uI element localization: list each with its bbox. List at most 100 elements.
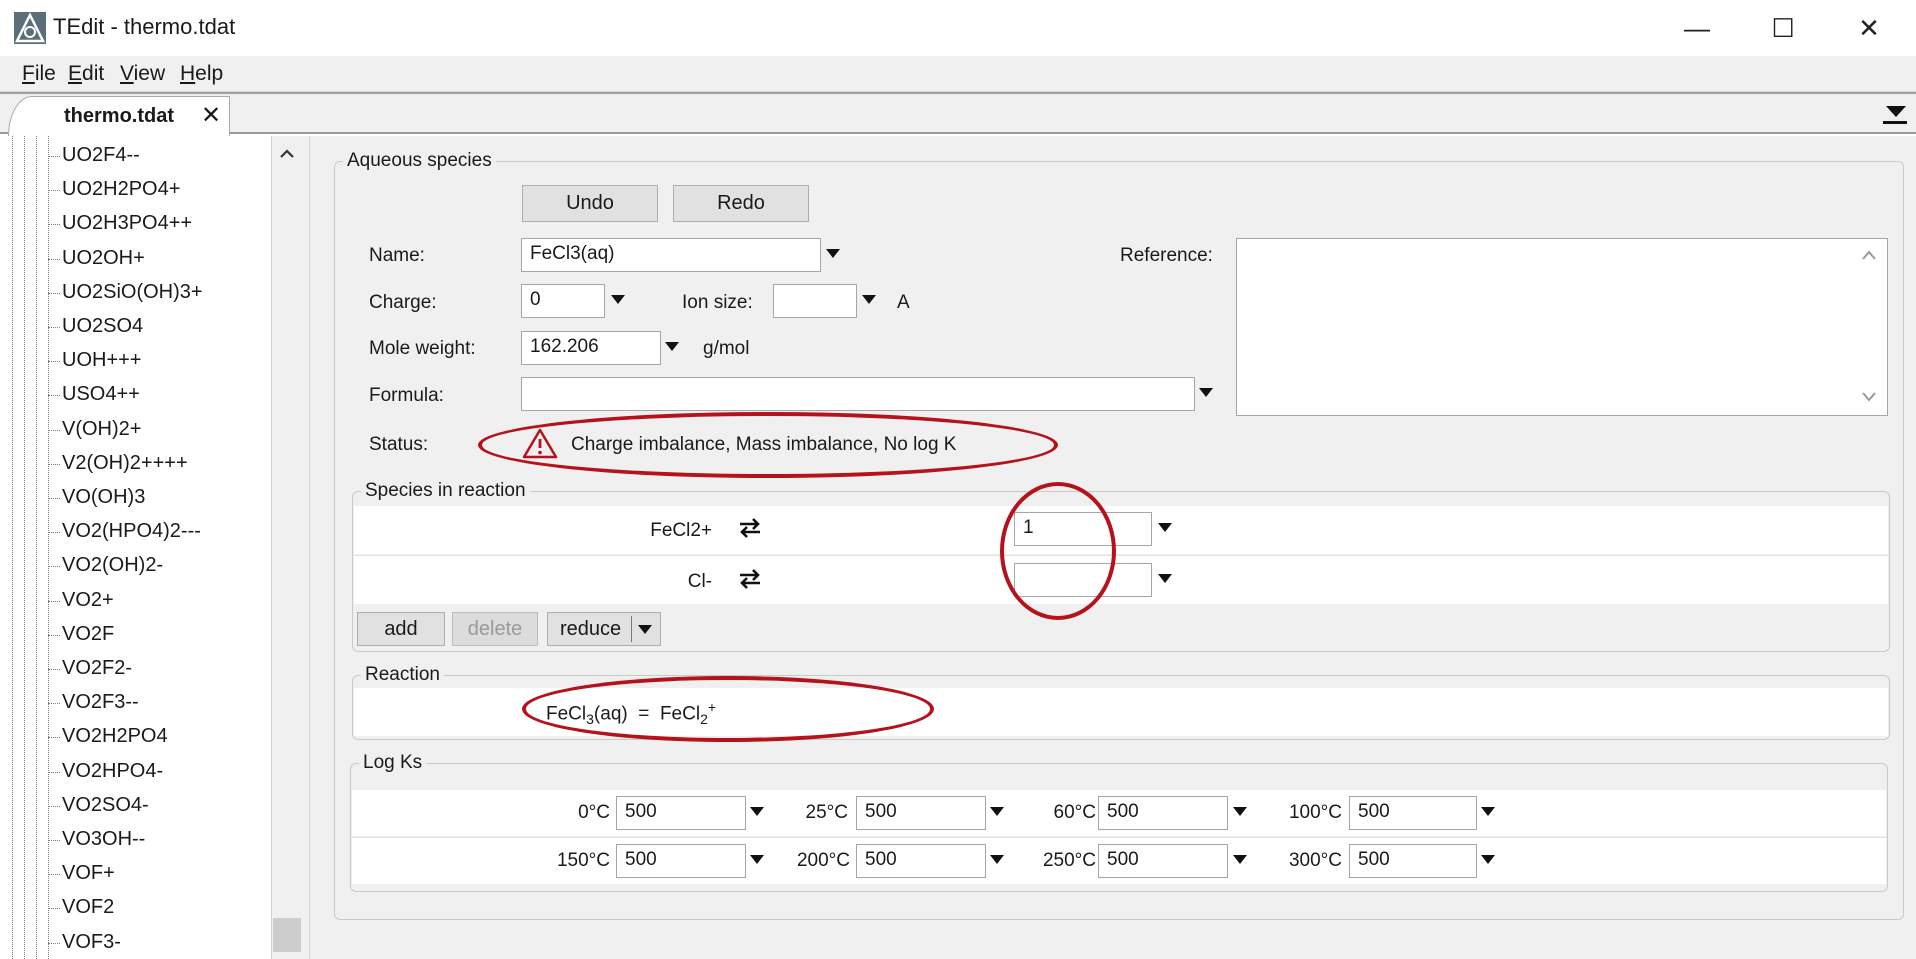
log-ks-legend: Log Ks: [363, 752, 423, 773]
log-k-dropdown-icon[interactable]: [1233, 855, 1247, 864]
log-k-dropdown-icon[interactable]: [990, 807, 1004, 816]
undo-button[interactable]: Undo: [522, 185, 658, 222]
tab-thermo-tdat[interactable]: thermo.tdat ✕: [8, 96, 230, 136]
redo-button[interactable]: Redo: [673, 185, 809, 222]
tree-item[interactable]: VO2F: [47, 623, 114, 646]
species-coef-dropdown-icon[interactable]: [1158, 574, 1172, 583]
log-k-field[interactable]: 500: [856, 796, 986, 830]
tree-item[interactable]: VO2(HPO4)2---: [48, 520, 201, 543]
menu-view-mnemonic: V: [120, 62, 134, 85]
menu-view[interactable]: View: [120, 62, 165, 86]
tree-item[interactable]: VO2SO4-: [48, 794, 149, 817]
log-k-temp-label: 25°C: [805, 802, 848, 823]
splitter[interactable]: [302, 136, 310, 959]
log-k-dropdown-icon[interactable]: [1481, 807, 1495, 816]
log-k-dropdown-icon[interactable]: [1233, 807, 1247, 816]
reference-textarea[interactable]: [1236, 238, 1888, 416]
tree-item[interactable]: UO2SiO(OH)3+: [48, 281, 203, 304]
tree-item[interactable]: V(OH)2+: [47, 418, 141, 441]
tree-item[interactable]: V2(OH)2++++: [48, 452, 188, 475]
mole-weight-field[interactable]: 162.206: [521, 331, 661, 365]
menu-help-label: elp: [195, 62, 224, 85]
species-name: Cl-: [687, 571, 712, 592]
ion-size-field[interactable]: [773, 284, 857, 318]
log-k-temp-label: 100°C: [1288, 802, 1342, 823]
tree-guide-line: [36, 136, 37, 959]
add-button[interactable]: add: [357, 612, 445, 646]
log-k-temp-label: 250°C: [1042, 850, 1096, 871]
close-window-button[interactable]: ✕: [1826, 0, 1912, 56]
log-k-field[interactable]: 500: [616, 844, 746, 878]
log-k-field[interactable]: 500: [856, 844, 986, 878]
tree-scroll-thumb[interactable]: [273, 918, 301, 952]
tree-item[interactable]: UO2H3PO4++: [47, 212, 192, 235]
name-label: Name:: [369, 245, 425, 266]
log-k-field[interactable]: 500: [1349, 844, 1477, 878]
species-coef-field[interactable]: 1: [1014, 512, 1152, 546]
tree-scrollbar[interactable]: [272, 136, 302, 959]
swap-icon[interactable]: [737, 568, 763, 590]
name-dropdown-icon[interactable]: [826, 249, 840, 258]
species-name: FeCl2+: [650, 520, 712, 541]
tree-item[interactable]: VO(OH)3: [47, 486, 145, 509]
tree-item[interactable]: UO2OH+: [48, 247, 145, 270]
reference-label: Reference:: [1120, 245, 1213, 266]
tree-item[interactable]: VOF+: [48, 862, 115, 885]
charge-dropdown-icon[interactable]: [611, 295, 625, 304]
tree-item[interactable]: VO2H2PO4: [48, 725, 168, 748]
menu-help[interactable]: Help: [180, 62, 223, 86]
tree-item[interactable]: VO2(OH)2-: [47, 554, 163, 577]
tree-item[interactable]: UO2SO4: [47, 315, 143, 338]
reference-scroll-down-icon[interactable]: [1860, 390, 1878, 404]
species-coef-field[interactable]: [1014, 563, 1152, 597]
tab-label: thermo.tdat: [64, 105, 174, 127]
swap-icon[interactable]: [737, 517, 763, 539]
tree-item[interactable]: UO2F4--: [48, 144, 140, 167]
formula-dropdown-icon[interactable]: [1199, 388, 1213, 397]
minimize-button[interactable]: —: [1654, 0, 1740, 56]
log-k-field[interactable]: 500: [616, 796, 746, 830]
reduce-dropdown-icon[interactable]: [638, 625, 652, 634]
reaction-equals: =: [638, 703, 650, 725]
menu-bar: File Edit View Help: [0, 56, 1916, 92]
reference-scroll-up-icon[interactable]: [1860, 248, 1878, 262]
menu-file[interactable]: File: [22, 62, 56, 86]
status-text: Charge imbalance, Mass imbalance, No log…: [571, 434, 957, 455]
tree-item[interactable]: VO2F3--: [48, 691, 139, 714]
scroll-up-icon[interactable]: [278, 145, 296, 163]
reaction-lhs-subscript: 3: [586, 711, 594, 728]
tree-guide-line: [24, 136, 25, 959]
species-coef-dropdown-icon[interactable]: [1158, 523, 1172, 532]
charge-field[interactable]: 0: [521, 284, 605, 318]
menu-edit[interactable]: Edit: [68, 62, 104, 86]
tree-item[interactable]: VO2+: [48, 589, 114, 612]
warning-icon: [522, 428, 558, 459]
log-k-field[interactable]: 500: [1098, 844, 1228, 878]
log-k-dropdown-icon[interactable]: [1481, 855, 1495, 864]
delete-button[interactable]: delete: [452, 612, 538, 646]
log-k-field[interactable]: 500: [1349, 796, 1477, 830]
tree-item[interactable]: VOF2: [47, 896, 114, 919]
name-field[interactable]: FeCl3(aq): [521, 238, 821, 272]
ion-size-dropdown-icon[interactable]: [862, 295, 876, 304]
log-k-temp-label: 150°C: [556, 850, 610, 871]
species-tree[interactable]: UO2F4-- UO2H2PO4+ UO2H3PO4++ UO2OH+ UO2SiO(O…: [0, 136, 272, 959]
log-k-field[interactable]: 500: [1098, 796, 1228, 830]
formula-field[interactable]: [521, 377, 1195, 411]
maximize-button[interactable]: ☐: [1740, 0, 1826, 56]
tree-item[interactable]: VOF3-: [48, 931, 121, 954]
ion-size-label: Ion size:: [682, 292, 753, 313]
reaction-lhs-tail: (aq): [593, 703, 628, 725]
tree-item[interactable]: VO2F2-: [47, 657, 132, 680]
tree-item[interactable]: VO2HPO4-: [47, 760, 163, 783]
tree-item[interactable]: USO4++: [48, 383, 140, 406]
menu-file-mnemonic: F: [22, 62, 35, 85]
tree-item[interactable]: VO3OH--: [47, 828, 145, 851]
mole-weight-dropdown-icon[interactable]: [665, 342, 679, 351]
log-k-dropdown-icon[interactable]: [750, 807, 764, 816]
tab-close-icon[interactable]: ✕: [201, 101, 221, 130]
tree-item[interactable]: UO2H2PO4+: [47, 178, 180, 201]
menu-help-mnemonic: H: [180, 62, 196, 85]
tree-item[interactable]: UOH+++: [47, 349, 141, 372]
title-bar[interactable]: [0, 0, 1916, 56]
